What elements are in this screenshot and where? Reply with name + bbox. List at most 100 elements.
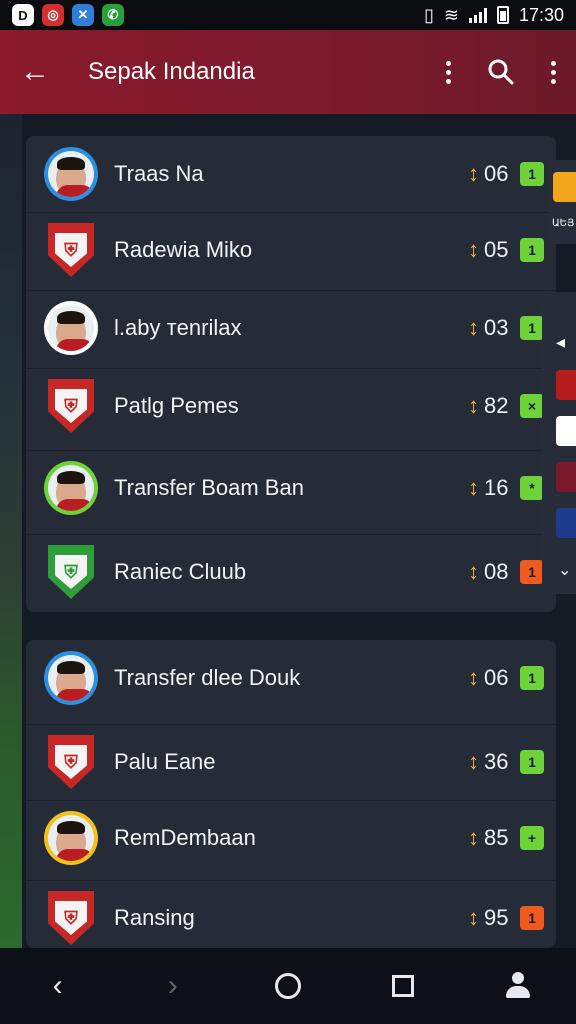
row-name: Radewia Miko — [114, 237, 253, 262]
row-score: 16 — [484, 475, 509, 500]
whatsapp-icon: ✆ — [102, 4, 124, 26]
wifi-icon: ≋ — [443, 4, 459, 25]
app-bar: ← Sepak Indandia — [0, 30, 576, 114]
status-badge[interactable]: 1 — [520, 316, 544, 340]
row-divider — [26, 290, 556, 291]
row-score: 03 — [484, 315, 509, 340]
app-title: Sepak Indandia — [88, 58, 255, 85]
nav-forward-icon[interactable]: › — [143, 956, 203, 1016]
row-name: Palu Eane — [114, 749, 216, 774]
nav-profile-icon[interactable] — [488, 956, 548, 1016]
row-name: Raniec Cluub — [114, 559, 247, 584]
system-nav-bar: ‹ › — [0, 948, 576, 1024]
row-name: RemDembaan — [114, 825, 256, 850]
status-badge[interactable]: 1 — [520, 666, 544, 690]
status-bar: D ◎ ✕ ✆ ▯ ≋ 17:30 — [0, 0, 576, 30]
row-name: Transfer Boam Ban — [114, 475, 304, 500]
transfer-arrow-icon: ↕ — [468, 905, 479, 930]
transfer-arrow-icon: ↕ — [468, 315, 479, 340]
chevron-left-icon: ◂ — [556, 332, 566, 352]
transfer-arrow-icon: ↕ — [468, 749, 479, 774]
transfer-row[interactable]: RemDembaan ↕ 85 + — [26, 800, 556, 876]
crest-icon — [553, 172, 576, 202]
news-app-icon: ◎ — [42, 4, 64, 26]
transfer-arrow-icon: ↕ — [468, 237, 479, 262]
transfer-row[interactable]: Transfer dlee Douk ↕ 06 1 — [26, 640, 556, 716]
club-crest-icon: ⛨ — [48, 545, 94, 599]
row-divider — [26, 534, 556, 535]
row-name: Patlg Pemes — [114, 393, 239, 418]
row-name: l.aby тenrilax — [114, 315, 242, 340]
row-name: Transfer dlee Douk — [114, 665, 301, 690]
transfer-arrow-icon: ↕ — [468, 161, 479, 186]
club-crest-icon: ⛨ — [48, 891, 94, 945]
nav-home-icon[interactable] — [258, 956, 318, 1016]
row-score: 95 — [484, 905, 509, 930]
chevron-down-icon: ⌄ — [558, 562, 572, 579]
transfer-arrow-icon: ↕ — [468, 825, 479, 850]
transfer-row[interactable]: ⛨ Palu Eane ↕ 36 1 — [26, 724, 556, 800]
club-crest-icon[interactable] — [556, 508, 576, 538]
status-badge[interactable]: + — [520, 826, 544, 850]
transfer-arrow-icon: ↕ — [468, 559, 479, 584]
row-divider — [26, 880, 556, 881]
player-avatar — [44, 301, 98, 355]
player-avatar — [44, 147, 98, 201]
transfer-arrow-icon: ↕ — [468, 665, 479, 690]
battery-icon — [496, 6, 509, 24]
transfer-row[interactable]: ⛨ Radewia Miko ↕ 05 1 — [26, 212, 556, 288]
back-arrow-icon[interactable]: ← — [20, 55, 60, 89]
row-divider — [26, 724, 556, 725]
transfer-row[interactable]: ⛨ Raniec Cluub ↕ 08 1 — [26, 534, 556, 610]
transfer-row[interactable]: ⛨ Ransing ↕ 95 1 — [26, 880, 556, 956]
search-icon[interactable] — [487, 58, 515, 86]
d-app-icon: D — [12, 4, 34, 26]
row-divider — [26, 800, 556, 801]
overflow-menu-icon[interactable] — [551, 60, 556, 84]
transfer-row[interactable]: l.aby тenrilax ↕ 03 1 — [26, 290, 556, 366]
club-crest-icon[interactable] — [556, 370, 576, 400]
transfer-list-card-1: Traas Na ↕ 06 1 ⛨ Radewia Miko ↕ 05 1 l.aby тenri… — [26, 136, 556, 612]
row-score: 82 — [484, 393, 509, 418]
nav-recents-icon[interactable] — [373, 956, 433, 1016]
side-preview-panel[interactable]: ◂ ⌄ — [542, 292, 576, 594]
row-score: 06 — [484, 665, 509, 690]
club-crest-icon[interactable] — [556, 462, 576, 492]
row-score: 36 — [484, 749, 509, 774]
nav-back-icon[interactable]: ‹ — [28, 956, 88, 1016]
status-badge[interactable]: * — [520, 476, 544, 500]
transfer-list-card-2: Transfer dlee Douk ↕ 06 1 ⛨ Palu Eane ↕ 36 1 RemD… — [26, 640, 556, 948]
transfer-arrow-icon: ↕ — [468, 393, 479, 418]
status-badge[interactable]: 1 — [520, 750, 544, 774]
row-name: Ransing — [114, 905, 195, 930]
row-divider — [26, 212, 556, 213]
status-indicators: ▯ ≋ 17:30 — [424, 5, 564, 26]
club-crest-icon: ⛨ — [48, 735, 94, 789]
club-crest-icon[interactable] — [556, 416, 576, 446]
row-score: 08 — [484, 559, 509, 584]
stadium-background — [0, 114, 22, 948]
row-divider — [26, 368, 556, 369]
status-badge[interactable]: 1 — [520, 560, 544, 584]
transfer-row[interactable]: Transfer Boam Ban ↕ 16 * — [26, 450, 556, 526]
vibrate-icon: ▯ — [423, 4, 434, 25]
status-badge[interactable]: 1 — [520, 162, 544, 186]
side-preview-tab[interactable]: ԱԵՅ — [548, 160, 576, 244]
status-app-icons: D ◎ ✕ ✆ — [12, 4, 124, 26]
app-bar-actions — [446, 58, 556, 86]
status-time: 17:30 — [518, 4, 564, 25]
player-avatar — [44, 461, 98, 515]
row-score: 06 — [484, 161, 509, 186]
transfer-row[interactable]: ⛨ Patlg Pemes ↕ 82 × — [26, 368, 556, 444]
transfer-row[interactable]: Traas Na ↕ 06 1 — [26, 136, 556, 212]
status-badge[interactable]: × — [520, 394, 544, 418]
more-options-icon[interactable] — [446, 60, 451, 84]
club-crest-icon: ⛨ — [48, 379, 94, 433]
row-score: 85 — [484, 825, 509, 850]
signal-icon — [468, 7, 487, 23]
status-badge[interactable]: 1 — [520, 238, 544, 262]
status-badge[interactable]: 1 — [520, 906, 544, 930]
player-avatar — [44, 811, 98, 865]
club-crest-icon: ⛨ — [48, 223, 94, 277]
row-score: 05 — [484, 237, 509, 262]
